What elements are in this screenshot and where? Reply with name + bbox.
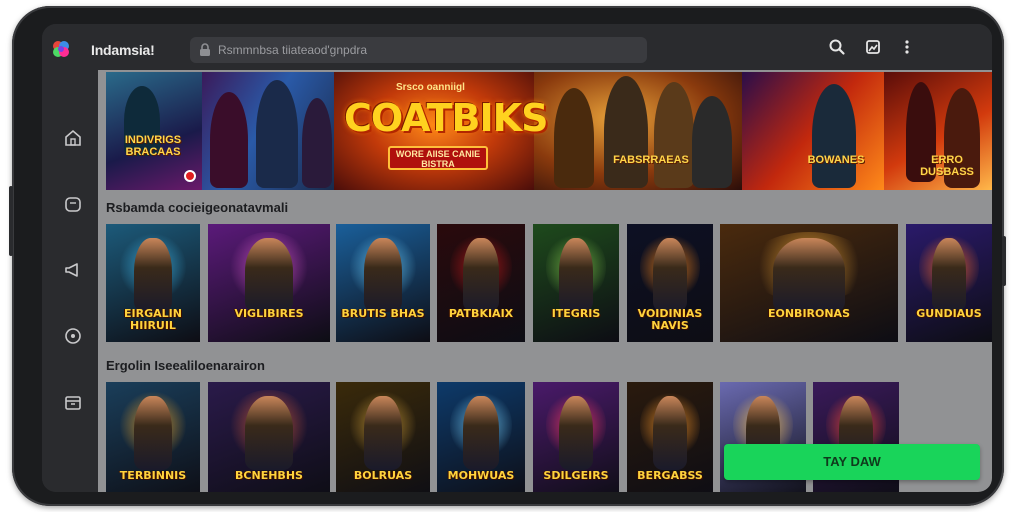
card-title: BCNEHBHS — [235, 469, 303, 482]
card-title: MOHWUAS — [447, 469, 515, 482]
card-title: EIRGALIN HIIRUIL — [124, 307, 182, 332]
game-card[interactable]: MOHWUAS — [437, 382, 525, 492]
home-icon[interactable] — [63, 128, 83, 148]
character-art — [244, 238, 294, 312]
app-logo-icon[interactable] — [50, 38, 72, 60]
game-card[interactable]: PATBKIAIX — [437, 224, 525, 342]
search-bar[interactable]: Rsmmnbsa tiiateaod'gnpdra — [190, 37, 647, 63]
card-title: PATBKIAIX — [448, 307, 514, 320]
game-card[interactable]: VIGLIBIRES — [208, 224, 330, 342]
game-card[interactable]: BERGABSS — [627, 382, 713, 492]
hero-character — [692, 96, 732, 188]
game-card[interactable]: BRUTIS BHAS — [336, 224, 430, 342]
character-art — [558, 238, 594, 312]
game-card[interactable]: TERBINNIS — [106, 382, 200, 492]
gallery-icon[interactable] — [864, 38, 882, 56]
top-bar: Indamsia! Rsmmnbsa tiiateaod'gnpdra — [42, 24, 992, 70]
lock-icon — [200, 43, 210, 56]
hero-subtitle: WORE AIISE CANIE BISTRA — [388, 146, 488, 170]
card-title: VIGLIBIRES — [234, 307, 304, 320]
app-name: Indamsia! — [91, 42, 155, 58]
card-title: BRUTIS BHAS — [341, 307, 425, 320]
phone-side-button — [9, 186, 13, 256]
game-card[interactable]: BOLRUAS — [336, 382, 430, 492]
sidebar — [42, 70, 98, 492]
character-art — [463, 238, 499, 312]
section-heading: Ergolin Iseealiloenarairon — [106, 358, 265, 373]
game-card[interactable]: EONBIRONAS — [720, 224, 898, 342]
game-card[interactable]: VOIDINIAS NAVIS — [627, 224, 713, 342]
game-card[interactable]: ITEGRIS — [533, 224, 619, 342]
hero-title: COATBIKS — [344, 96, 548, 140]
play-circle-icon[interactable] — [63, 326, 83, 346]
hero-character — [210, 92, 248, 188]
character-art — [558, 396, 594, 470]
more-icon[interactable] — [898, 38, 916, 56]
character-art — [364, 238, 402, 312]
character-art — [773, 238, 845, 312]
main-content: Srsco oanniigl COATBIKS WORE AIISE CANIE… — [98, 70, 992, 492]
megaphone-icon[interactable] — [63, 260, 83, 280]
card-title: SDILGEIRS — [543, 469, 609, 482]
character-art — [134, 396, 172, 470]
hero-badge-mid: FABSRRAEAS — [613, 154, 689, 166]
card-title: TERBINNIS — [119, 469, 187, 482]
game-card[interactable]: EIRGALIN HIIRUIL — [106, 224, 200, 342]
game-card[interactable]: BCNEHBHS — [208, 382, 330, 492]
hero-badge-right: BOWANES — [807, 154, 865, 166]
hero-character — [812, 84, 856, 188]
hero-character — [554, 88, 594, 188]
app-screen: Indamsia! Rsmmnbsa tiiateaod'gnpdra Srsc… — [42, 24, 992, 492]
hero-character — [256, 80, 298, 188]
hero-character — [654, 82, 694, 188]
card-title: VOIDINIAS NAVIS — [637, 307, 703, 332]
hero-badge-far-right: ERRO DUSBASS — [920, 154, 974, 178]
character-art — [134, 238, 172, 312]
character-art — [463, 396, 499, 470]
card-title: ITEGRIS — [551, 307, 601, 320]
character-art — [652, 238, 688, 312]
phone-frame: Indamsia! Rsmmnbsa tiiateaod'gnpdra Srsc… — [9, 6, 1006, 506]
character-art — [244, 396, 294, 470]
library-icon[interactable] — [63, 392, 83, 412]
phone-volume-button — [1002, 236, 1006, 286]
hero-kicker: Srsco oanniigl — [396, 82, 465, 93]
game-card[interactable]: SDILGEIRS — [533, 382, 619, 492]
card-title: BOLRUAS — [353, 469, 413, 482]
card-title: GUNDIAUS — [916, 307, 982, 320]
section-heading: Rsbamda cocieigeonatavmali — [106, 200, 289, 215]
card-title: EONBIRONAS — [767, 307, 850, 320]
character-art — [652, 396, 688, 470]
try-now-button[interactable]: TAY DAW — [724, 444, 980, 480]
character-art — [364, 396, 402, 470]
store-icon[interactable] — [63, 194, 83, 214]
record-icon — [184, 170, 196, 182]
hero-character — [302, 98, 332, 188]
hero-badge-left: INDIVRIGS BRACAAS — [124, 134, 182, 158]
search-input[interactable]: Rsmmnbsa tiiateaod'gnpdra — [218, 43, 367, 57]
search-icon[interactable] — [828, 38, 846, 56]
character-art — [931, 238, 967, 312]
card-title: BERGABSS — [637, 469, 703, 482]
hero-banner[interactable]: Srsco oanniigl COATBIKS WORE AIISE CANIE… — [106, 72, 992, 190]
hero-character — [604, 76, 648, 188]
game-card[interactable]: GUNDIAUS — [906, 224, 992, 342]
